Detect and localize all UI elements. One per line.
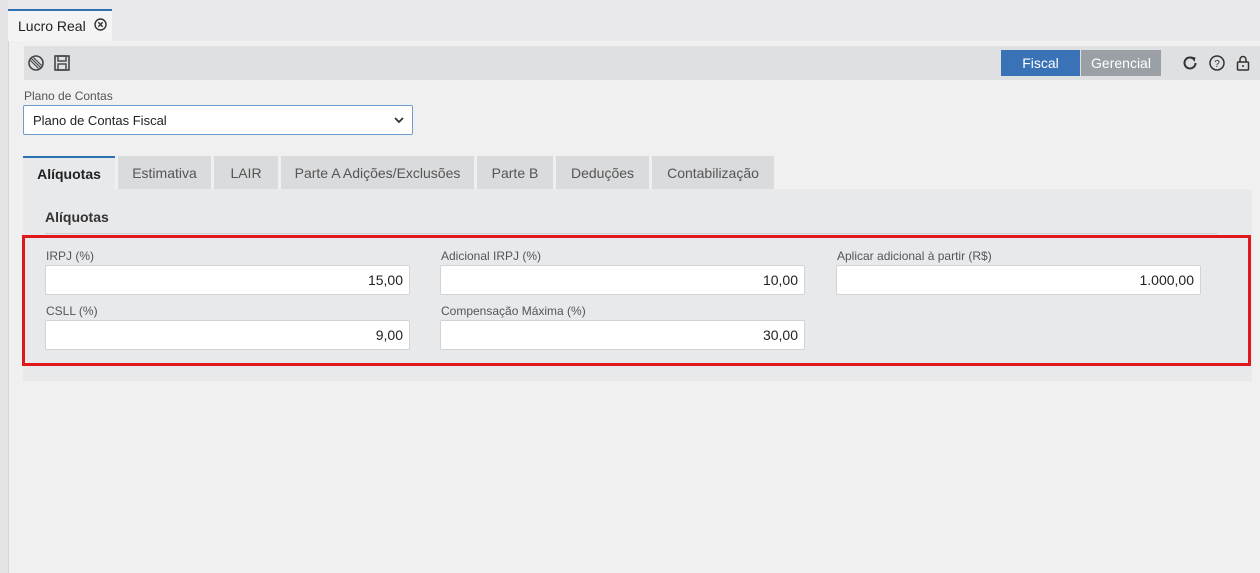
document-tab-title: Lucro Real	[18, 18, 86, 34]
panel-title: Alíquotas	[45, 209, 109, 225]
document-tab[interactable]: Lucro Real	[8, 9, 112, 41]
plano-label: Plano de Contas	[24, 89, 113, 103]
tab-parte-b[interactable]: Parte B	[477, 156, 553, 189]
divider	[45, 233, 1217, 234]
tab-lair[interactable]: LAIR	[214, 156, 278, 189]
tab-deducoes[interactable]: Deduções	[556, 156, 649, 189]
cancel-icon[interactable]	[26, 53, 46, 73]
tab-estimativa[interactable]: Estimativa	[118, 156, 211, 189]
tab-strip	[8, 0, 1260, 41]
tab-contabilizacao[interactable]: Contabilização	[652, 156, 774, 189]
toolbar: Fiscal Gerencial ?	[24, 46, 1260, 80]
plano-selected-value: Plano de Contas Fiscal	[33, 112, 167, 128]
close-circle-icon[interactable]	[94, 18, 107, 34]
tab-parte-a[interactable]: Parte A Adições/Exclusões	[281, 156, 474, 189]
gerencial-button[interactable]: Gerencial	[1081, 50, 1161, 76]
fiscal-button[interactable]: Fiscal	[1001, 50, 1080, 76]
plano-de-contas-select[interactable]: Plano de Contas Fiscal	[23, 105, 413, 135]
save-icon[interactable]	[52, 53, 72, 73]
left-edge	[0, 0, 9, 573]
help-icon[interactable]: ?	[1207, 53, 1227, 73]
highlight-box	[22, 235, 1251, 366]
lock-icon[interactable]	[1233, 53, 1253, 73]
chevron-down-icon	[392, 113, 406, 130]
svg-text:?: ?	[1214, 59, 1220, 70]
refresh-icon[interactable]	[1180, 53, 1200, 73]
tab-aliquotas[interactable]: Alíquotas	[23, 156, 115, 189]
